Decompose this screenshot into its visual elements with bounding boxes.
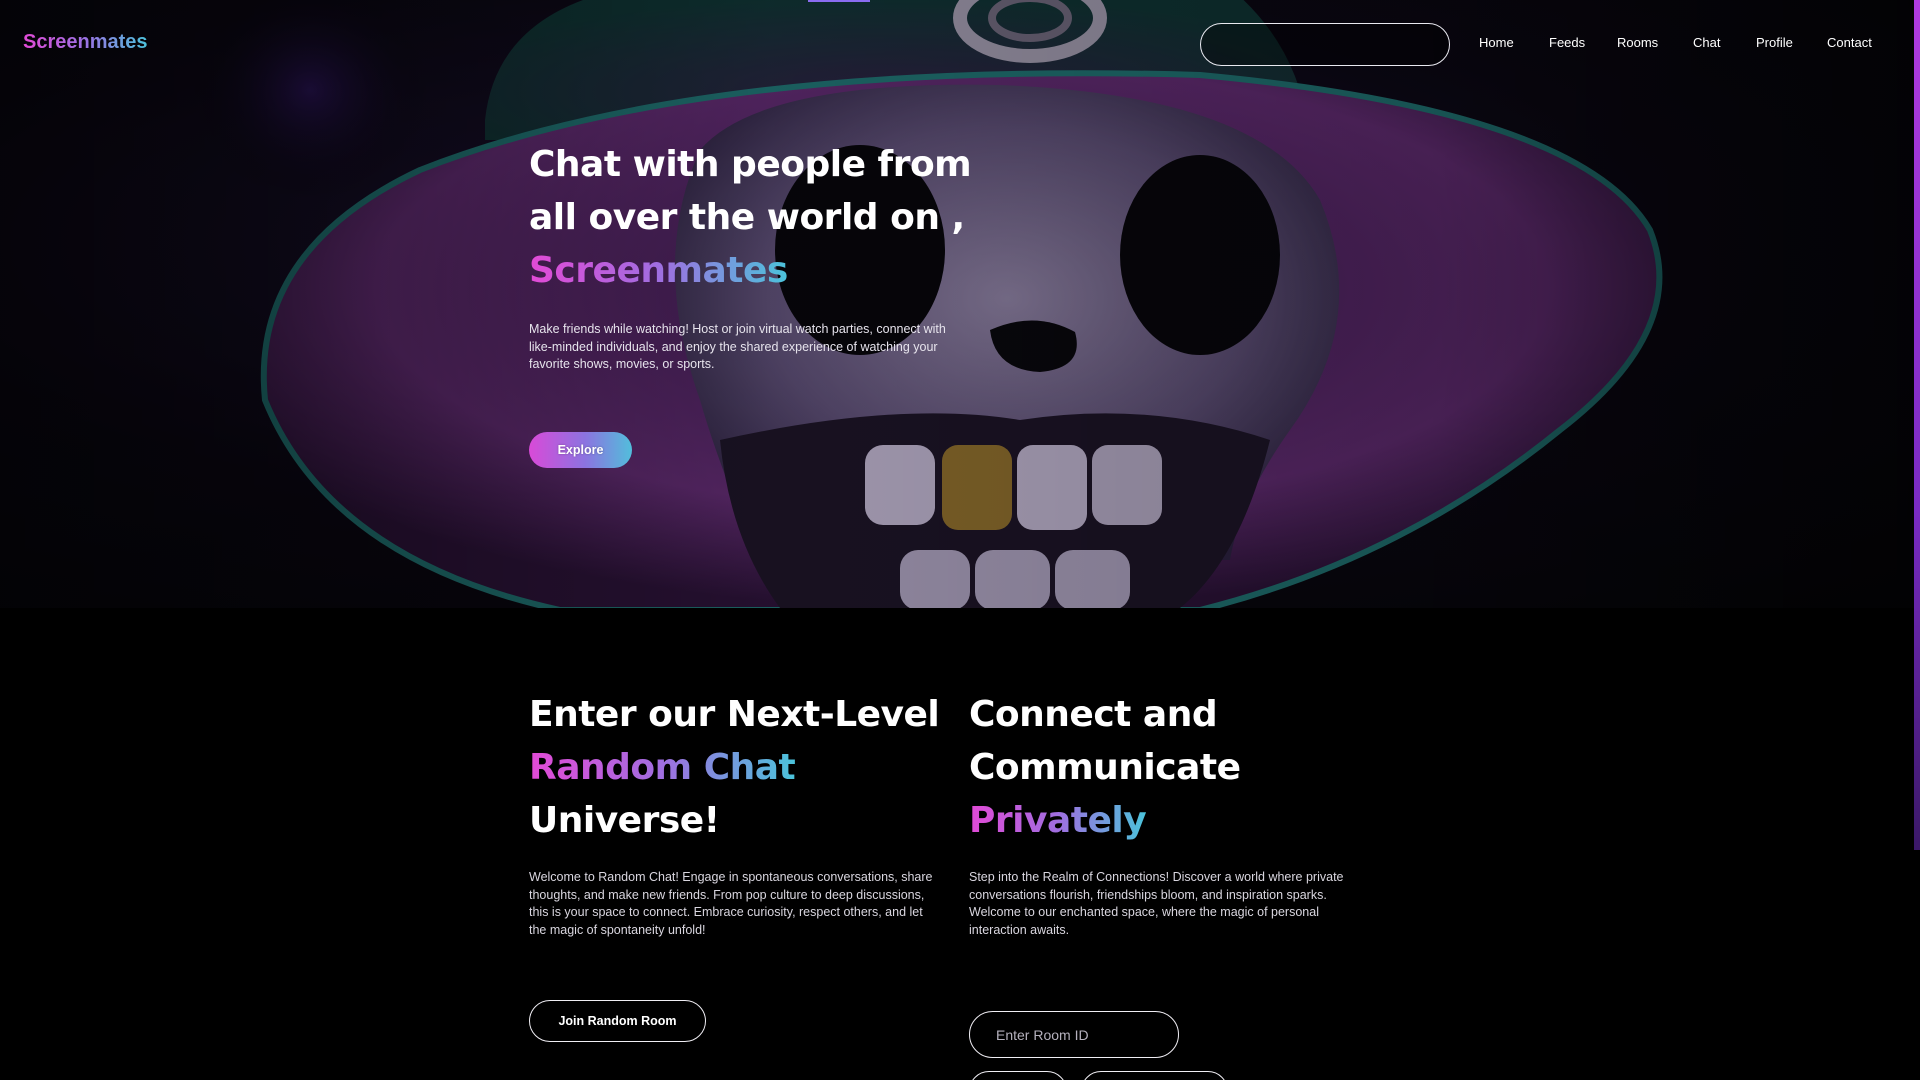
join-random-room-button[interactable]: Join Random Room (529, 1000, 706, 1042)
private-room-action-button-2[interactable] (1081, 1071, 1228, 1080)
top-accent-line (808, 0, 870, 2)
nav-home-link[interactable]: Home (1479, 35, 1514, 50)
room-id-input[interactable] (969, 1011, 1179, 1058)
brand-logo[interactable]: Screenmates (23, 31, 148, 54)
hero-section: Screenmates Home Feeds Rooms Chat Profil… (0, 0, 1920, 608)
random-chat-title-highlight: Random Chat (529, 747, 796, 788)
nav-contact-link[interactable]: Contact (1827, 35, 1872, 50)
random-chat-title-line-1: Enter our Next-Level (529, 694, 940, 735)
hero-overlay (0, 0, 1920, 608)
random-chat-title-line-3: Universe! (529, 800, 720, 841)
search-input[interactable] (1217, 32, 1407, 58)
nav-rooms-link[interactable]: Rooms (1617, 35, 1658, 50)
scrollbar-accent[interactable] (1914, 0, 1920, 850)
nav-profile-link[interactable]: Profile (1756, 35, 1793, 50)
nav-chat-link[interactable]: Chat (1693, 35, 1720, 50)
hero-description: Make friends while watching! Host or joi… (529, 322, 946, 371)
search-bar[interactable] (1200, 23, 1450, 66)
random-chat-title: Enter our Next-Level Random Chat Univers… (529, 688, 969, 847)
random-chat-description: Welcome to Random Chat! Engage in sponta… (529, 870, 933, 938)
private-room-action-button-1[interactable] (969, 1071, 1067, 1080)
hero-title-highlight: Screenmates (529, 250, 788, 291)
page: Screenmates Home Feeds Rooms Chat Profil… (0, 0, 1920, 1080)
hero-title-line-2: all over the world on , (529, 197, 965, 238)
private-chat-title-line-2: Communicate (969, 747, 1241, 788)
private-chat-description: Step into the Realm of Connections! Disc… (969, 870, 1344, 938)
hero-title: Chat with people from all over the world… (529, 138, 989, 297)
private-chat-title: Connect and Communicate Privately (969, 688, 1409, 847)
private-chat-title-highlight: Privately (969, 800, 1147, 841)
private-chat-title-line-1: Connect and (969, 694, 1218, 735)
explore-button[interactable]: Explore (529, 432, 632, 468)
nav-feeds-link[interactable]: Feeds (1549, 35, 1585, 50)
hero-title-line-1: Chat with people from (529, 144, 972, 185)
